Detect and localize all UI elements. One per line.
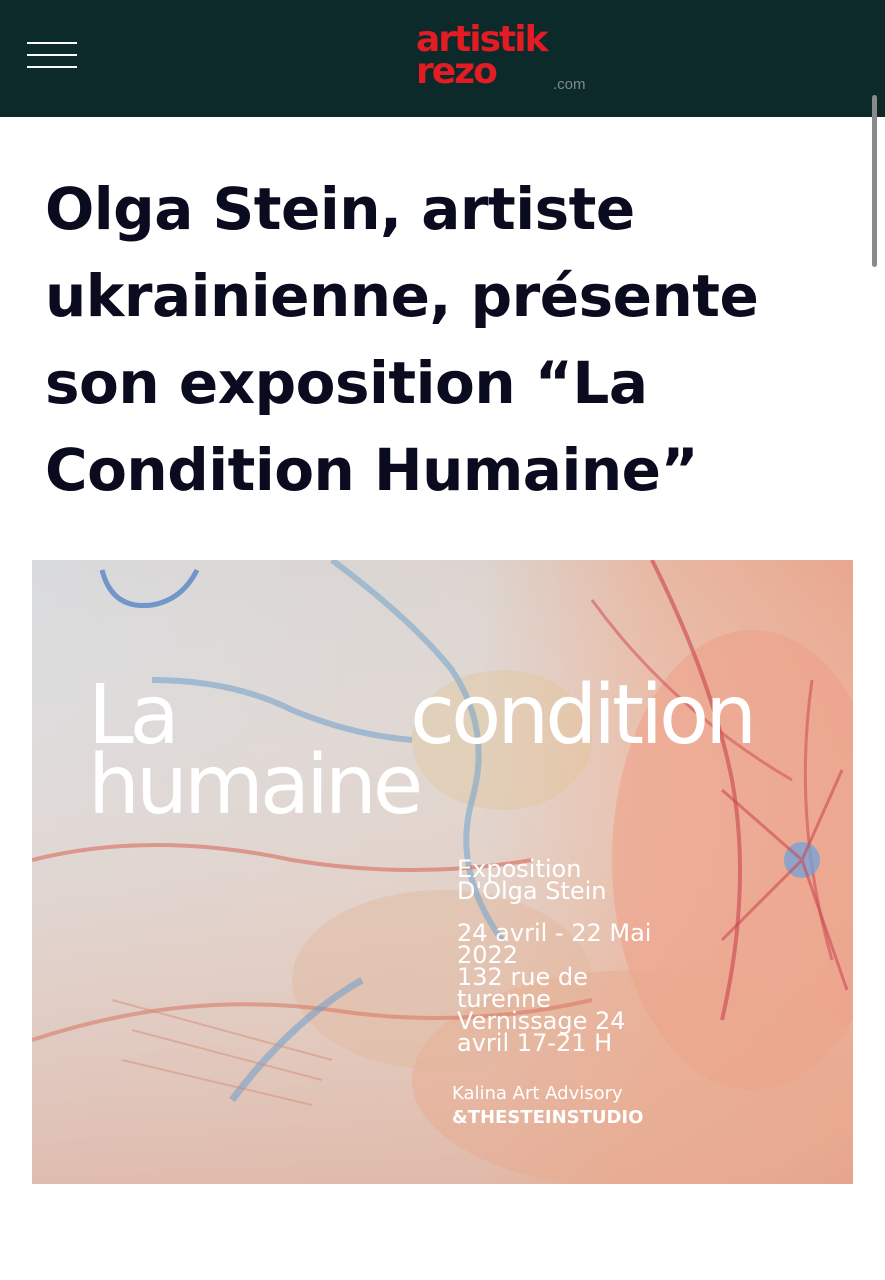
poster-painting-background: [32, 560, 853, 1184]
poster-exposition-text: Exposition D'Olga Stein: [457, 857, 712, 905]
top-navigation-bar: artistik rezo .com: [0, 0, 885, 117]
menu-line: [27, 42, 77, 44]
poster-word-condition: condition: [410, 668, 757, 763]
poster-word-humaine: humaine: [88, 738, 423, 833]
menu-line: [27, 66, 77, 68]
poster-credit-advisory: Kalina Art Advisory: [452, 1083, 623, 1104]
logo-text-line2: rezo: [416, 51, 498, 92]
menu-line: [27, 54, 77, 56]
logo-domain-suffix: .com: [553, 76, 586, 93]
poster-dates-address-text: 24 avril - 22 Mai 2022 132 rue de turenn…: [457, 921, 712, 1057]
poster-text-line: D'Olga Stein: [457, 877, 607, 905]
site-logo[interactable]: artistik rezo .com: [416, 22, 596, 96]
exhibition-poster-image: La condition humaine Exposition D'Olga S…: [32, 560, 853, 1184]
page-scrollbar[interactable]: [872, 95, 877, 267]
poster-credit-studio: &THESTEINSTUDIO: [452, 1107, 644, 1128]
hamburger-menu-icon[interactable]: [27, 42, 77, 68]
poster-text-line: avril 17-21 H: [457, 1029, 613, 1057]
article-title: Olga Stein, artiste ukrainienne, présent…: [45, 175, 759, 504]
